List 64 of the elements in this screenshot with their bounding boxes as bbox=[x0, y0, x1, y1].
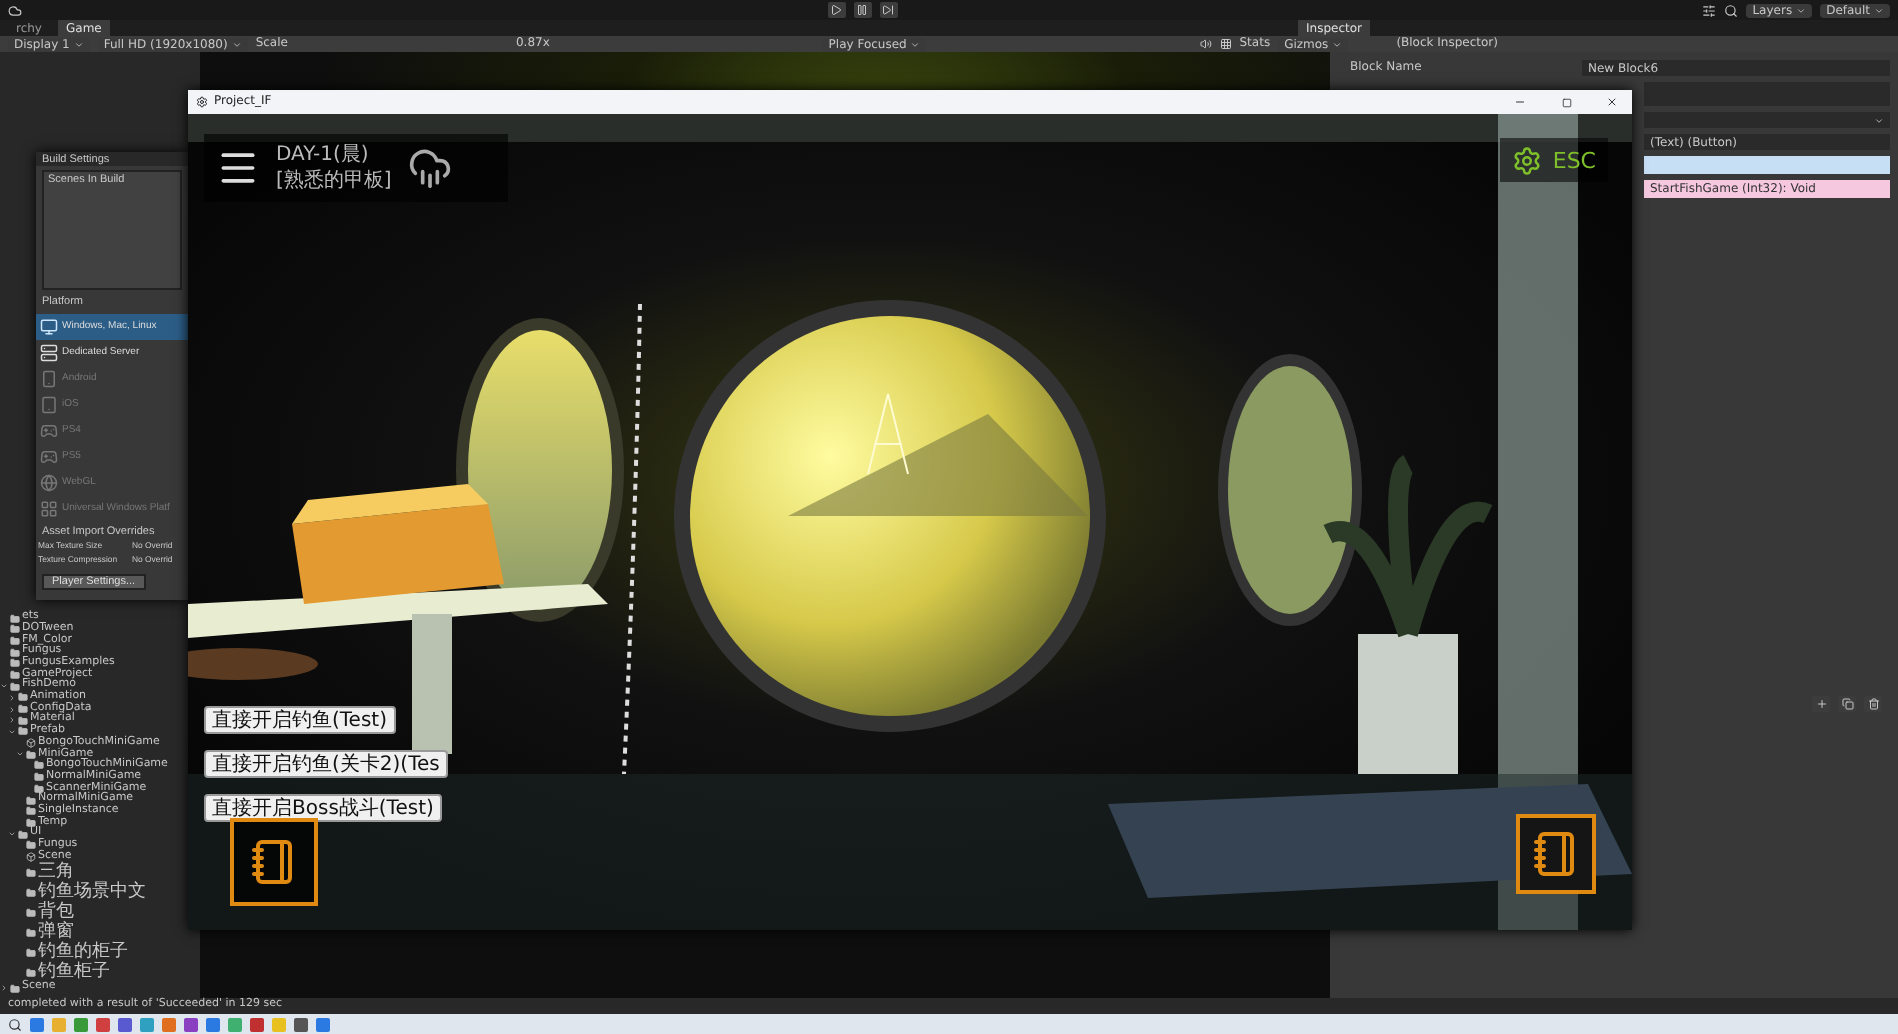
folder-icon bbox=[26, 947, 36, 958]
step-button[interactable] bbox=[879, 2, 898, 18]
debug-button[interactable]: 直接开启钓鱼(Test) bbox=[204, 706, 395, 734]
caret-icon bbox=[1874, 115, 1884, 125]
console-platform-icon bbox=[40, 447, 58, 465]
folder-icon bbox=[26, 907, 36, 918]
web-platform-icon bbox=[40, 473, 58, 491]
trash-icon bbox=[1867, 698, 1879, 710]
tree-item[interactable]: 钓鱼的柜子 bbox=[38, 943, 128, 962]
close-icon bbox=[1606, 96, 1618, 108]
delete-button[interactable] bbox=[1864, 696, 1882, 712]
desktop-platform-icon bbox=[40, 317, 58, 335]
tree-item[interactable]: 钓鱼柜子 bbox=[38, 963, 110, 982]
maximize-icon bbox=[1561, 97, 1571, 107]
settings-icon bbox=[1512, 145, 1543, 175]
tree-item[interactable]: 三角 bbox=[38, 863, 74, 882]
folder-icon bbox=[26, 967, 36, 978]
caret-icon bbox=[1874, 5, 1885, 15]
rain-cloud-icon bbox=[407, 146, 452, 190]
add-button[interactable] bbox=[1812, 696, 1830, 712]
notebook-icon bbox=[250, 838, 298, 886]
app-icon bbox=[196, 96, 208, 108]
esc-button[interactable]: ESC bbox=[1500, 138, 1608, 182]
server-platform-icon bbox=[40, 343, 58, 361]
dropdown-field[interactable] bbox=[1644, 112, 1890, 128]
card-button[interactable] bbox=[230, 818, 318, 906]
play-icon bbox=[830, 4, 843, 16]
folder-icon bbox=[26, 867, 36, 878]
debug-button[interactable]: 直接开启Boss战斗(Test) bbox=[204, 794, 442, 822]
cube-icon bbox=[26, 738, 36, 749]
caret-icon bbox=[1796, 5, 1807, 15]
minimize-icon bbox=[1514, 96, 1526, 108]
cube-icon bbox=[26, 851, 36, 862]
tree-item[interactable]: 钓鱼场景中文 bbox=[38, 883, 146, 902]
caret-icon bbox=[73, 39, 84, 49]
caret-icon bbox=[1332, 39, 1343, 49]
tree-item[interactable]: 背包 bbox=[38, 903, 74, 922]
ios-platform-icon bbox=[40, 395, 58, 413]
copy-icon bbox=[1841, 698, 1853, 710]
plus-icon bbox=[1815, 698, 1827, 710]
duplicate-button[interactable] bbox=[1838, 696, 1856, 712]
notebook-button[interactable] bbox=[1516, 814, 1596, 894]
step-icon bbox=[882, 4, 895, 16]
console-platform-icon bbox=[40, 421, 58, 439]
pause-button[interactable] bbox=[853, 2, 872, 18]
folder-icon bbox=[26, 927, 36, 938]
pause-icon bbox=[856, 4, 869, 16]
search-icon[interactable] bbox=[8, 1017, 22, 1031]
tree-item[interactable]: 弹窗 bbox=[38, 923, 74, 942]
folder-icon bbox=[26, 887, 36, 898]
windows-platform-icon bbox=[40, 499, 58, 517]
android-platform-icon bbox=[40, 369, 58, 387]
debug-button[interactable]: 直接开启钓鱼(关卡2)(Tes bbox=[204, 750, 448, 778]
grid-icon[interactable] bbox=[1219, 38, 1232, 50]
caret-icon bbox=[231, 39, 242, 49]
location-label: [熟悉的甲板] bbox=[276, 171, 392, 191]
notebook-icon bbox=[1532, 830, 1580, 878]
folder-icon bbox=[10, 983, 20, 994]
sliders-icon[interactable] bbox=[1702, 3, 1717, 17]
mute-icon[interactable] bbox=[1199, 38, 1212, 50]
play-button[interactable] bbox=[827, 2, 846, 18]
day-label: DAY-1(晨) bbox=[276, 145, 371, 165]
caret-icon bbox=[910, 39, 921, 49]
cloud-icon[interactable] bbox=[8, 3, 22, 17]
